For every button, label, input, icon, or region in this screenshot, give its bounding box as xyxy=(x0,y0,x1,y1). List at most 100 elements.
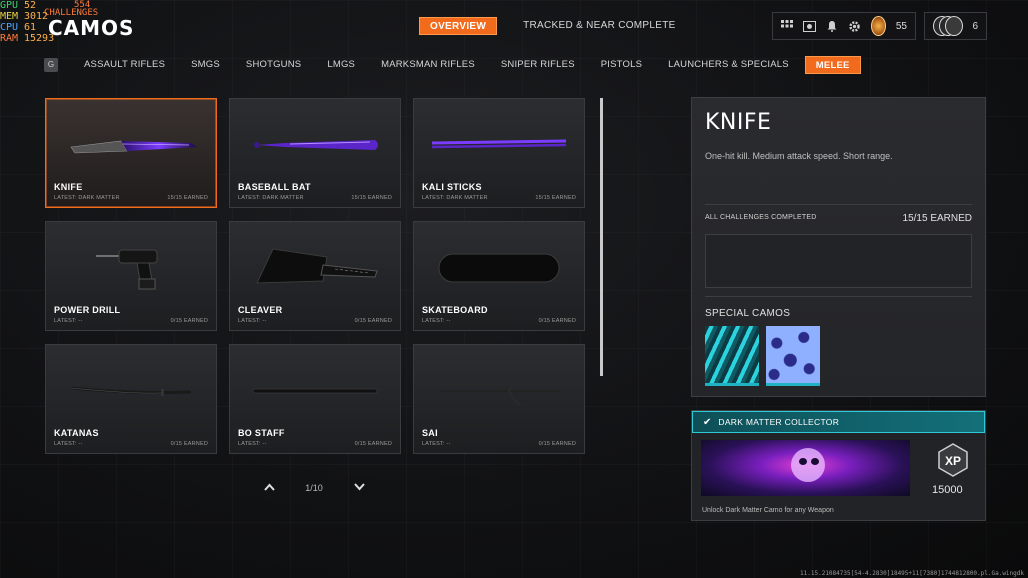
tab-sniper-rifles[interactable]: SNIPER RIFLES xyxy=(491,56,585,74)
tab-overview[interactable]: OVERVIEW xyxy=(419,17,498,35)
weapon-name: KNIFE xyxy=(54,182,83,192)
weapon-name: KALI STICKS xyxy=(422,182,482,192)
weapon-card-sai[interactable]: SAI LATEST: -- 0/15 EARNED xyxy=(413,344,585,454)
weapon-earned: 0/15 EARNED xyxy=(354,318,392,324)
chevron-up-icon[interactable] xyxy=(262,481,276,495)
page-indicator: 1/10 xyxy=(305,483,323,493)
performance-overlay: GPU 52 MEM 3012 CPU 61 RAM 15293 554 CHALLEN… xyxy=(0,0,99,44)
weapon-name: POWER DRILL xyxy=(54,305,121,315)
weapon-card-katanas[interactable]: KATANAS LATEST: -- 0/15 EARNED xyxy=(45,344,217,454)
weapon-earned: 15/15 EARNED xyxy=(167,195,208,201)
detail-description: One-hit kill. Medium attack speed. Short… xyxy=(705,151,893,161)
grid-menu-icon[interactable] xyxy=(781,19,793,33)
all-challenges-label: ALL CHALLENGES COMPLETED xyxy=(705,214,817,221)
weapon-latest: LATEST: DARK MATTER xyxy=(54,195,120,201)
category-tabs: G ASSAULT RIFLES SMGS SHOTGUNS LMGS MARK… xyxy=(44,56,867,74)
weapon-card-baseball-bat[interactable]: BASEBALL BAT LATEST: DARK MATTER 15/15 E… xyxy=(229,98,401,208)
tab-tracked-near-complete[interactable]: TRACKED & NEAR COMPLETE xyxy=(513,17,685,35)
special-camos-label: SPECIAL CAMOS xyxy=(705,308,791,319)
weapon-latest: LATEST: -- xyxy=(422,318,451,324)
weapon-name: SKATEBOARD xyxy=(422,305,488,315)
weapon-card-kali-sticks[interactable]: KALI STICKS LATEST: DARK MATTER 15/15 EA… xyxy=(413,98,585,208)
weapon-detail-panel: KNIFE One-hit kill. Medium attack speed.… xyxy=(691,97,986,397)
pager: 1/10 xyxy=(262,481,366,495)
tab-melee[interactable]: MELEE xyxy=(804,56,861,74)
weapon-latest: LATEST: -- xyxy=(238,441,267,447)
tab-shotguns[interactable]: SHOTGUNS xyxy=(236,56,311,74)
weapon-earned: 0/15 EARNED xyxy=(170,441,208,447)
weapon-card-skateboard[interactable]: SKATEBOARD LATEST: -- 0/15 EARNED xyxy=(413,221,585,331)
skull-eye xyxy=(799,458,807,465)
xp-icon: XP xyxy=(936,443,970,477)
weapon-card-bo-staff[interactable]: BO STAFF LATEST: -- 0/15 EARNED xyxy=(229,344,401,454)
weapon-latest: LATEST: DARK MATTER xyxy=(238,195,304,201)
media-icon[interactable] xyxy=(803,19,816,33)
prestige-box[interactable]: 6 xyxy=(924,12,987,40)
tab-marksman-rifles[interactable]: MARKSMAN RIFLES xyxy=(371,56,485,74)
tab-assault-rifles[interactable]: ASSAULT RIFLES xyxy=(74,56,175,74)
katana-image xyxy=(46,355,216,427)
weapon-card-power-drill[interactable]: POWER DRILL LATEST: -- 0/15 EARNED xyxy=(45,221,217,331)
rank-badge-icon[interactable] xyxy=(871,16,886,36)
knife-image xyxy=(46,109,216,181)
baseball-bat-image xyxy=(230,109,400,181)
reward-title: DARK MATTER COLLECTOR xyxy=(718,417,840,427)
divider xyxy=(705,204,972,205)
page-title: CAMOS xyxy=(48,16,135,40)
tab-lmgs[interactable]: LMGS xyxy=(317,56,365,74)
weapon-name: SAI xyxy=(422,428,438,438)
special-camo-leopard-blue[interactable] xyxy=(766,326,820,386)
tab-launchers-specials[interactable]: LAUNCHERS & SPECIALS xyxy=(658,56,799,74)
weapon-name: BASEBALL BAT xyxy=(238,182,311,192)
detail-weapon-name: KNIFE xyxy=(705,110,772,135)
prestige-count: 6 xyxy=(972,20,978,32)
weapon-earned: 0/15 EARNED xyxy=(170,318,208,324)
header-icon-bar: 55 xyxy=(772,12,916,40)
all-challenges-value: 15/15 EARNED xyxy=(902,213,972,224)
tab-pistols[interactable]: PISTOLS xyxy=(591,56,652,74)
weapon-latest: LATEST: -- xyxy=(238,318,267,324)
weapon-earned: 0/15 EARNED xyxy=(538,441,576,447)
skull-eye xyxy=(811,458,819,465)
chevron-down-icon[interactable] xyxy=(352,481,366,495)
gear-icon[interactable] xyxy=(848,19,861,33)
checkmark-icon: ✔ xyxy=(703,416,712,428)
weapon-latest: LATEST: DARK MATTER xyxy=(422,195,488,201)
xp-value: 15000 xyxy=(932,484,963,496)
bo-staff-image xyxy=(230,355,400,427)
special-camo-zebra-teal[interactable] xyxy=(705,326,759,386)
weapon-earned: 15/15 EARNED xyxy=(351,195,392,201)
weapon-latest: LATEST: -- xyxy=(422,441,451,447)
sai-image xyxy=(414,355,584,427)
weapon-earned: 0/15 EARNED xyxy=(354,441,392,447)
key-hint-g: G xyxy=(44,58,58,72)
challenge-progress-box xyxy=(705,234,972,288)
reward-panel: ✔ DARK MATTER COLLECTOR XP 15000 Unlock … xyxy=(691,410,986,521)
reward-header: ✔ DARK MATTER COLLECTOR xyxy=(692,411,985,433)
rank-level: 55 xyxy=(895,20,907,32)
weapon-earned: 15/15 EARNED xyxy=(535,195,576,201)
cleaver-image xyxy=(230,232,400,304)
weapon-card-cleaver[interactable]: CLEAVER LATEST: -- 0/15 EARNED xyxy=(229,221,401,331)
weapon-latest: LATEST: -- xyxy=(54,318,83,324)
bell-icon[interactable] xyxy=(826,19,838,33)
kali-sticks-image xyxy=(414,109,584,181)
weapon-latest: LATEST: -- xyxy=(54,441,83,447)
svg-text:XP: XP xyxy=(945,454,961,468)
grid-scrollbar[interactable] xyxy=(600,98,603,376)
skateboard-image xyxy=(414,232,584,304)
tab-smgs[interactable]: SMGS xyxy=(181,56,230,74)
weapon-grid: KNIFE LATEST: DARK MATTER 15/15 EARNED B… xyxy=(45,98,585,454)
power-drill-image xyxy=(46,232,216,304)
weapon-name: BO STAFF xyxy=(238,428,285,438)
weapon-card-knife[interactable]: KNIFE LATEST: DARK MATTER 15/15 EARNED xyxy=(45,98,217,208)
perf-extra-label: CHALLENGES xyxy=(44,8,99,18)
skull-art xyxy=(791,448,825,482)
reward-description: Unlock Dark Matter Camo for any Weapon xyxy=(702,507,834,514)
build-info: 11.15.21084735[54-4.2830]18495+11[7380]1… xyxy=(800,570,1024,577)
weapon-name: CLEAVER xyxy=(238,305,283,315)
divider xyxy=(705,296,972,297)
prestige-icon xyxy=(933,16,963,36)
top-tabs: OVERVIEW TRACKED & NEAR COMPLETE xyxy=(419,17,686,35)
weapon-name: KATANAS xyxy=(54,428,99,438)
